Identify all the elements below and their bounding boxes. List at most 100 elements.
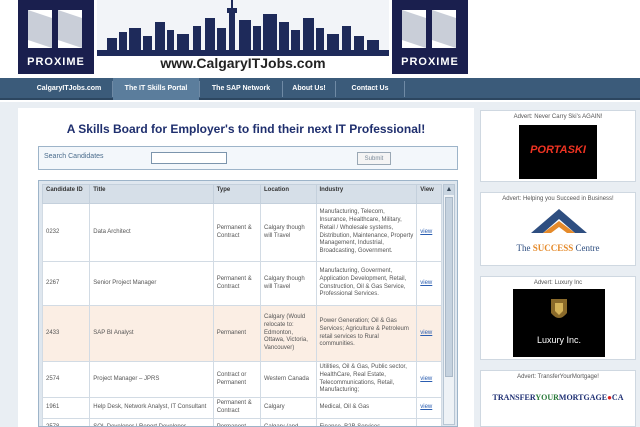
cell-view: view: [416, 360, 442, 399]
col-header-location[interactable]: Location: [259, 184, 317, 204]
cell-industry: Medical, Oil & Gas: [315, 397, 418, 419]
cell-type: Permanent & Contract: [212, 203, 261, 262]
site-url[interactable]: www.CalgaryITJobs.com: [97, 55, 389, 71]
candidates-table-panel: Candidate ID Title Type Location Industr…: [38, 180, 458, 427]
advert-title: Advert: Never Carry Ski's AGAIN!: [513, 114, 603, 120]
site-header: PROXIME www.CalgaryITJobs.com PROXIME: [0, 0, 640, 78]
logo-text: PROXIME: [401, 56, 459, 68]
cell-type: Permanent: [212, 305, 261, 362]
cell-title: SQL Developer | Report Developer: [89, 417, 214, 426]
nav-item-contact-us[interactable]: Contact Us: [336, 78, 404, 100]
cell-title: Data Architect: [89, 203, 214, 262]
advert-sidebar: Advert: Never Carry Ski's AGAIN! PORTASK…: [478, 108, 640, 427]
cell-title: Senior Project Manager: [89, 261, 214, 306]
success-centre-logo: [531, 209, 587, 233]
col-header-type[interactable]: Type: [212, 184, 261, 204]
table-row: 2433 SAP BI Analyst Permanent Calgary (W…: [41, 305, 442, 362]
luxury-brand: Luxury Inc.: [536, 335, 582, 345]
table-row: 2574 Project Manager – JPRS Contract or …: [41, 360, 442, 399]
candidates-table: Candidate ID Title Type Location Industr…: [41, 184, 442, 426]
search-input[interactable]: [151, 152, 227, 164]
cell-candidate-id: 2578: [41, 417, 91, 426]
page-title: A Skills Board for Employer's to find th…: [66, 122, 426, 136]
proxime-logo-left[interactable]: PROXIME: [18, 0, 94, 74]
success-brand-main: SUCCESS: [532, 243, 574, 253]
cell-view: view: [416, 397, 442, 419]
view-link[interactable]: view: [420, 229, 432, 235]
table-row: 2267 Senior Project Manager Permanent & …: [41, 261, 442, 306]
proxime-logo-mark: [402, 10, 456, 48]
cell-location: Calgary (and: [259, 417, 317, 426]
scroll-thumb[interactable]: [445, 197, 453, 377]
nav-item-sap-network[interactable]: The SAP Network: [200, 78, 282, 100]
cell-candidate-id: 2267: [41, 261, 91, 306]
success-brand-post: Centre: [573, 243, 600, 253]
col-header-view: View: [416, 184, 442, 204]
cell-location: Western Canada: [259, 360, 317, 399]
portaski-brand: PORTASKI: [530, 144, 586, 156]
cell-candidate-id: 2574: [41, 360, 91, 399]
cell-title: Project Manager – JPRS: [89, 360, 214, 399]
cell-location: Calgary: [259, 397, 317, 419]
transfer-mortgage-brand: TRANSFERYOURMORTGAGE●CA: [481, 393, 635, 402]
logo-text: PROXIME: [27, 56, 85, 68]
advert-transfer-your-mortgage[interactable]: Advert: TransferYourMortgage! TRANSFERYO…: [480, 370, 636, 427]
brand-mortgage: MORTGAGE: [558, 393, 608, 402]
cell-industry: Finance, B2B Services: [315, 417, 418, 426]
cell-location: Calgary (Would relocate to: Edmonton, Ot…: [259, 305, 317, 362]
cell-type: Permanent: [212, 417, 261, 426]
cell-view: [416, 417, 442, 426]
table-scrollbar[interactable]: ▲: [443, 184, 455, 425]
success-brand-pre: The: [516, 243, 533, 253]
proxime-logo-right[interactable]: PROXIME: [392, 0, 468, 74]
cell-candidate-id: 0232: [41, 203, 91, 262]
view-link[interactable]: view: [420, 330, 432, 336]
view-link[interactable]: view: [420, 404, 432, 410]
advert-portaski[interactable]: Advert: Never Carry Ski's AGAIN! PORTASK…: [480, 110, 636, 182]
nav-item-it-skills-portal[interactable]: The IT Skills Portal: [113, 78, 199, 100]
col-header-candidate-id[interactable]: Candidate ID: [41, 184, 91, 204]
advert-title: Advert: Helping you Succeed in Business!: [502, 196, 614, 202]
main-nav: CalgaryITJobs.com The IT Skills Portal T…: [0, 78, 640, 100]
advert-luxury-inc[interactable]: Advert: Luxury Inc Luxury Inc.: [480, 276, 636, 360]
cell-industry: Power Generation; Oil & Gas Services; Ag…: [315, 305, 418, 362]
success-centre-brand: The SUCCESS Centre: [481, 243, 635, 253]
brand-transfer: TRANSFER: [492, 393, 536, 402]
cell-type: Permanent & Contract: [212, 261, 261, 306]
cell-view: view: [416, 305, 442, 362]
advert-success-centre[interactable]: Advert: Helping you Succeed in Business!…: [480, 192, 636, 266]
cell-location: Calgary though will Travel: [259, 261, 317, 306]
cell-title: Help Desk, Network Analyst, IT Consultan…: [89, 397, 214, 419]
skyline-image: [97, 0, 389, 56]
view-link[interactable]: view: [420, 280, 432, 286]
cell-candidate-id: 1961: [41, 397, 91, 419]
advert-title: Advert: Luxury Inc: [533, 280, 583, 286]
nav-item-calgaryitjobs[interactable]: CalgaryITJobs.com: [26, 78, 112, 100]
cell-industry: Utilities, Oil & Gas, Public sector, Hea…: [315, 360, 418, 399]
table-header-row: Candidate ID Title Type Location Industr…: [41, 184, 442, 204]
cell-industry: Manufacturing, Telecom, Insurance, Healt…: [315, 203, 418, 262]
advert-title: Advert: TransferYourMortgage!: [517, 374, 599, 380]
col-header-industry[interactable]: Industry: [315, 184, 418, 204]
table-row: 1961 Help Desk, Network Analyst, IT Cons…: [41, 397, 442, 419]
cell-type: Permanent & Contract: [212, 397, 261, 419]
table-row: 0232 Data Architect Permanent & Contract…: [41, 203, 442, 262]
scroll-up-arrow-icon[interactable]: ▲: [444, 185, 454, 195]
cell-view: view: [416, 203, 442, 262]
portaski-logo[interactable]: PORTASKI: [519, 125, 597, 179]
calgary-skyline-banner: www.CalgaryITJobs.com: [97, 0, 389, 74]
cell-candidate-id: 2433: [41, 305, 91, 362]
main-content: A Skills Board for Employer's to find th…: [18, 108, 474, 427]
nav-item-about-us[interactable]: About Us!: [283, 78, 335, 100]
table-row: 2578 SQL Developer | Report Developer Pe…: [41, 417, 442, 426]
view-link[interactable]: view: [420, 376, 432, 382]
search-label: Search Candidates: [44, 153, 104, 160]
luxury-inc-logo[interactable]: Luxury Inc.: [513, 289, 605, 357]
cell-location: Calgary though will Travel: [259, 203, 317, 262]
col-header-title[interactable]: Title: [89, 184, 214, 204]
nav-divider: [404, 81, 405, 97]
cell-industry: Manufacturing, Goverment, Application De…: [315, 261, 418, 306]
brand-ca: CA: [611, 393, 624, 402]
submit-button[interactable]: Submit: [357, 152, 391, 165]
cell-type: Contract or Permanent: [212, 360, 261, 399]
